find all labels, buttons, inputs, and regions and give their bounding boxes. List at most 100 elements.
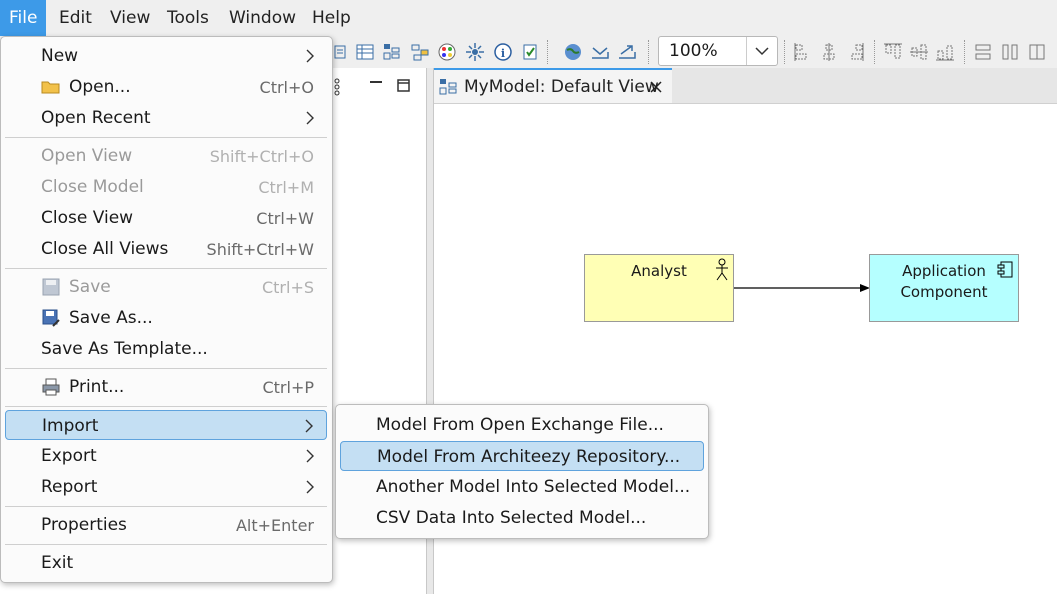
menu-help[interactable]: Help (303, 0, 360, 36)
toolbar-separator (964, 40, 966, 64)
menu-item-accelerator: Alt+Enter (235, 516, 314, 535)
menu-tools[interactable]: Tools (158, 0, 218, 36)
outline-icon[interactable] (382, 42, 402, 62)
view-menu-icon[interactable] (333, 78, 341, 96)
menu-item-open-recent[interactable]: Open Recent (5, 103, 327, 133)
menu-item-exit[interactable]: Exit (5, 548, 327, 578)
menu-item-label: Open... (69, 77, 131, 97)
menu-item-label: Close View (41, 208, 134, 228)
align-middle-icon[interactable] (909, 42, 929, 62)
menu-item-import-another-model[interactable]: Another Model Into Selected Model... (340, 472, 704, 502)
menu-item-close-model: Close Model Ctrl+M (5, 172, 327, 202)
svg-text:i: i (501, 47, 505, 60)
menu-separator (5, 406, 327, 407)
node-label-line: Application (902, 262, 986, 280)
info-icon[interactable]: i (493, 42, 513, 62)
menu-item-import[interactable]: Import (5, 410, 327, 440)
match-width-icon[interactable] (973, 42, 993, 62)
hints-icon[interactable] (465, 42, 485, 62)
toolbar: i 100% (332, 36, 1057, 68)
menu-item-save-as[interactable]: Save As... (5, 303, 327, 333)
node-label: Analyst (631, 262, 687, 280)
menu-item-label: Exit (41, 553, 74, 573)
menu-edit[interactable]: Edit (50, 0, 101, 36)
menu-item-import-csv[interactable]: CSV Data Into Selected Model... (340, 503, 704, 533)
import-icon[interactable] (590, 42, 610, 62)
menu-item-import-open-exchange[interactable]: Model From Open Exchange File... (340, 410, 704, 440)
menu-item-label: Save As... (69, 308, 153, 328)
menu-item-print[interactable]: Print... Ctrl+P (5, 372, 327, 402)
chevron-right-icon (306, 111, 314, 125)
menu-item-accelerator: Ctrl+S (261, 278, 314, 297)
business-actor-node[interactable]: Analyst (584, 254, 734, 322)
menu-separator (5, 544, 327, 545)
align-left-icon[interactable] (793, 42, 813, 62)
menu-item-save: Save Ctrl+S (5, 272, 327, 302)
menu-item-label: Close Model (41, 177, 144, 197)
align-right-icon[interactable] (845, 42, 865, 62)
menu-item-label: Properties (41, 515, 127, 535)
menu-window[interactable]: Window (220, 0, 305, 36)
menu-item-close-all-views[interactable]: Close All Views Shift+Ctrl+W (5, 234, 327, 264)
zoom-dropdown-button[interactable] (746, 37, 777, 65)
globe-icon[interactable] (563, 42, 583, 62)
menu-item-accelerator: Ctrl+W (256, 209, 314, 228)
menu-item-accelerator: Shift+Ctrl+O (209, 147, 314, 166)
actor-icon (716, 258, 728, 281)
menu-item-close-view[interactable]: Close View Ctrl+W (5, 203, 327, 233)
node-label-line: Component (900, 283, 988, 301)
menu-item-import-architeezy[interactable]: Model From Architeezy Repository... (340, 441, 704, 471)
table-icon[interactable] (355, 42, 375, 62)
menu-separator (5, 506, 327, 507)
chevron-right-icon (306, 480, 314, 494)
menu-item-label: Report (41, 477, 98, 497)
maximize-icon[interactable] (396, 78, 412, 94)
menu-item-label: Open Recent (41, 108, 151, 128)
validate-icon[interactable] (520, 42, 540, 62)
toolbar-separator (648, 40, 650, 64)
menu-item-label: CSV Data Into Selected Model... (376, 508, 647, 528)
menu-item-open-view: Open View Shift+Ctrl+O (5, 141, 327, 171)
menu-item-label: Close All Views (41, 239, 169, 259)
palette-icon[interactable] (437, 42, 457, 62)
toolbar-separator (784, 40, 786, 64)
zoom-value: 100% (669, 41, 718, 61)
menu-item-open[interactable]: Open... Ctrl+O (5, 72, 327, 102)
menu-item-save-as-template[interactable]: Save As Template... (5, 334, 327, 364)
menu-item-export[interactable]: Export (5, 441, 327, 471)
navigator-icon[interactable] (410, 42, 430, 62)
menu-item-label: Print... (69, 377, 125, 397)
zoom-combo[interactable]: 100% (658, 36, 778, 66)
menu-item-new[interactable]: New (5, 41, 327, 71)
default-size-icon[interactable] (1027, 42, 1047, 62)
align-top-icon[interactable] (883, 42, 903, 62)
export-icon[interactable] (617, 42, 637, 62)
menu-item-label: Export (41, 446, 97, 466)
save-icon (42, 278, 60, 296)
menu-item-properties[interactable]: Properties Alt+Enter (5, 510, 327, 540)
application-component-node[interactable]: Application Component (869, 254, 1019, 322)
toolbar-separator (874, 40, 876, 64)
menu-item-accelerator: Ctrl+P (262, 378, 314, 397)
menu-file[interactable]: File (0, 0, 47, 36)
menu-item-label: Another Model Into Selected Model... (376, 477, 691, 497)
align-center-icon[interactable] (819, 42, 839, 62)
menu-separator (5, 137, 327, 138)
menu-item-label: Model From Architeezy Repository... (377, 447, 681, 467)
match-height-icon[interactable] (1000, 42, 1020, 62)
minimize-icon[interactable] (368, 76, 384, 92)
menu-separator (5, 368, 327, 369)
menu-separator (5, 268, 327, 269)
menu-item-accelerator: Ctrl+M (258, 178, 314, 197)
menu-item-accelerator: Shift+Ctrl+W (206, 240, 314, 259)
file-menu: New Open... Ctrl+O Open Recent Open View… (0, 36, 333, 583)
properties-icon[interactable] (332, 42, 352, 62)
menu-item-accelerator: Ctrl+O (259, 78, 314, 97)
component-icon (997, 261, 1013, 278)
align-bottom-icon[interactable] (935, 42, 955, 62)
menu-item-report[interactable]: Report (5, 472, 327, 502)
menu-view[interactable]: View (101, 0, 159, 36)
menu-item-label: Model From Open Exchange File... (376, 415, 664, 435)
save-as-icon (42, 309, 60, 327)
folder-icon (41, 81, 60, 94)
